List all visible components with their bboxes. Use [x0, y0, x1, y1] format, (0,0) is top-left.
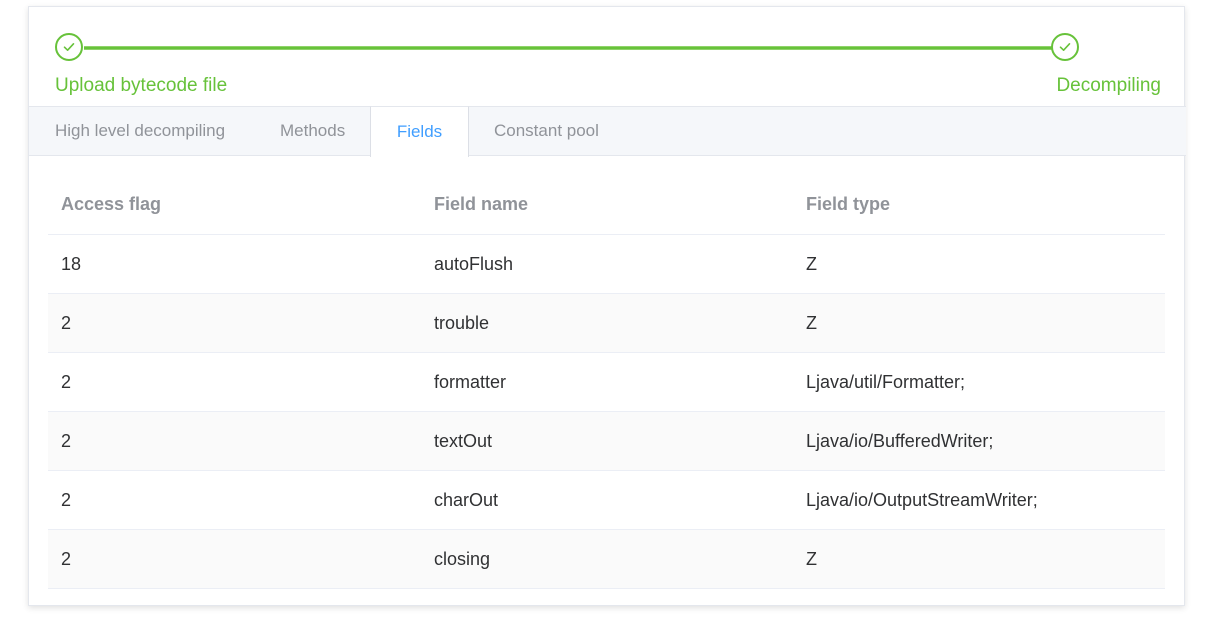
access-flag-cell: 18 — [61, 253, 82, 274]
field-name-cell: closing — [434, 548, 491, 569]
step-title-upload: Upload bytecode file — [55, 75, 228, 96]
step-connector-line — [84, 46, 1052, 50]
table-row: 2 closing Z — [48, 530, 1165, 589]
field-type-cell: Ljava/io/OutputStreamWriter; — [806, 489, 1038, 510]
access-flag-cell: 2 — [61, 548, 72, 569]
field-name-cell: trouble — [434, 312, 490, 333]
field-type-cell: Z — [806, 312, 817, 333]
access-flag-cell: 2 — [61, 489, 72, 510]
field-name-cell: charOut — [434, 489, 499, 510]
column-header-field-type: Field type — [806, 194, 891, 214]
check-icon — [55, 33, 83, 61]
field-type-cell: Z — [806, 548, 817, 569]
progress-steps: Upload bytecode file Decompiling — [29, 7, 1186, 107]
tab-high-level-decompiling[interactable]: High level decompiling — [55, 106, 225, 156]
field-name-cell: textOut — [434, 430, 493, 451]
field-type-cell: Ljava/util/Formatter; — [806, 371, 966, 392]
tab-bar: High level decompiling Methods Fields Co… — [29, 106, 1186, 157]
tab-fields[interactable]: Fields — [370, 106, 469, 157]
table-row: 18 autoFlush Z — [48, 235, 1165, 294]
field-type-cell: Z — [806, 253, 817, 274]
check-icon — [1051, 33, 1079, 61]
field-name-cell: formatter — [434, 371, 507, 392]
column-header-field-name: Field name — [434, 194, 529, 214]
field-name-cell: autoFlush — [434, 253, 514, 274]
table-row: 2 textOut Ljava/io/BufferedWriter; — [48, 412, 1165, 471]
table-row: 2 trouble Z — [48, 294, 1165, 353]
table-row: 2 formatter Ljava/util/Formatter; — [48, 353, 1165, 412]
access-flag-cell: 2 — [61, 371, 72, 392]
tab-constant-pool[interactable]: Constant pool — [494, 106, 599, 156]
access-flag-cell: 2 — [61, 312, 72, 333]
access-flag-cell: 2 — [61, 430, 72, 451]
tab-methods[interactable]: Methods — [280, 106, 345, 156]
step-title-decompiling: Decompiling — [1056, 75, 1161, 96]
decompiler-card: Upload bytecode file Decompiling High le… — [28, 6, 1186, 606]
field-type-cell: Ljava/io/BufferedWriter; — [806, 430, 994, 451]
column-header-access-flag: Access flag — [61, 194, 162, 214]
fields-table: Access flag Field name Field type 18 aut… — [48, 175, 1165, 589]
table-header-row: Access flag Field name Field type — [48, 175, 1165, 235]
table-row: 2 charOut Ljava/io/OutputStreamWriter; — [48, 471, 1165, 530]
